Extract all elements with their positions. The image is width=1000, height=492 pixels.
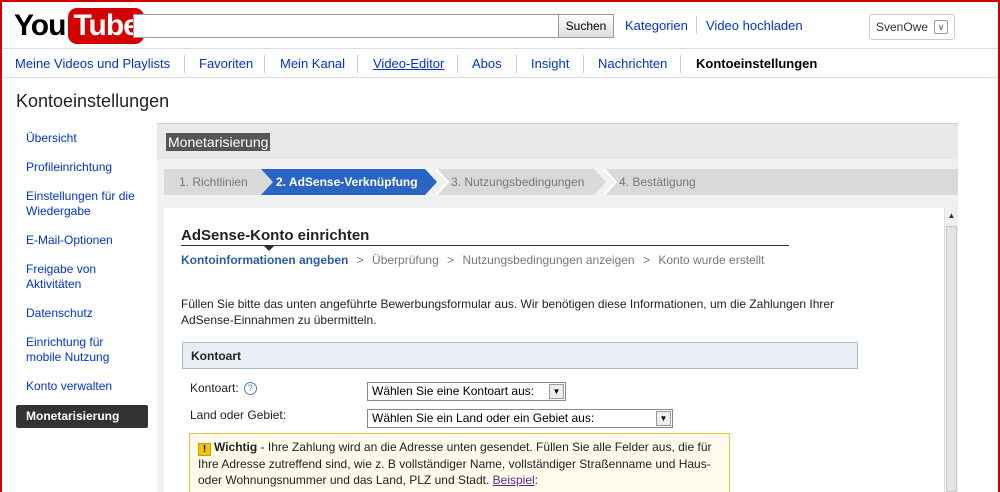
page-title: Kontoeinstellungen — [16, 91, 170, 111]
notice-text: - Ihre Zahlung wird an die Adresse unten… — [198, 440, 712, 487]
progress-steps: 1. Richtlinien 2. AdSense-Verknüpfung 3.… — [164, 169, 958, 195]
step-adsense-label: 2. AdSense-Verknüpfung — [276, 175, 418, 189]
nav-insight[interactable]: Insight — [531, 56, 569, 71]
adsense-setup-title: AdSense-Konto einrichten — [181, 227, 370, 244]
dropdown-arrow-icon: ▼ — [656, 411, 671, 426]
sidebar-item-profile[interactable]: Profileinrichtung — [16, 157, 148, 178]
nav-divider — [516, 55, 517, 73]
account-nav-bar: Meine Videos und Playlists Favoriten Mei… — [0, 48, 1000, 78]
step-adsense-link: 2. AdSense-Verknüpfung — [261, 169, 437, 195]
important-notice: ! Wichtig - Ihre Zahlung wird an die Adre… — [189, 433, 730, 492]
country-value: Wählen Sie ein Land oder ein Gebiet aus: — [372, 411, 595, 425]
nav-divider — [264, 55, 265, 73]
substep-terms: Nutzungsbedingungen anzeigen — [462, 253, 635, 267]
sidebar-item-manage-account[interactable]: Konto verwalten — [16, 376, 148, 397]
panel-header: Monetarisierung — [157, 123, 958, 159]
scrollbar[interactable]: ▲ — [944, 208, 958, 492]
account-type-label-row: Kontoart:? — [190, 381, 257, 396]
nav-divider — [457, 55, 458, 73]
sidebar-item-activity-sharing[interactable]: Freigabe von Aktivitäten — [16, 259, 148, 295]
step-confirmation: 4. Bestätigung — [604, 169, 958, 195]
example-link[interactable]: Beispiel — [493, 473, 535, 487]
substep-review: Überprüfung — [372, 253, 439, 267]
search-input[interactable] — [133, 14, 558, 38]
step-confirmation-label: 4. Bestätigung — [619, 175, 696, 189]
nav-divider — [583, 55, 584, 73]
country-label: Land oder Gebiet: — [190, 408, 287, 422]
warning-icon: ! — [198, 443, 211, 456]
chevron-down-icon: ∨ — [934, 20, 949, 34]
nav-video-editor[interactable]: Video-Editor — [373, 56, 444, 71]
settings-sidebar: Übersicht Profileinrichtung Einstellunge… — [16, 128, 148, 436]
substep-created: Konto wurde erstellt — [658, 253, 765, 267]
help-icon[interactable]: ? — [243, 382, 257, 396]
nav-divider — [357, 55, 358, 73]
search-button[interactable]: Suchen — [558, 14, 614, 38]
section-header-account-type: Kontoart — [182, 342, 858, 369]
country-select[interactable]: Wählen Sie ein Land oder ein Gebiet aus:… — [367, 409, 673, 428]
sidebar-item-mobile[interactable]: Einrichtung für mobile Nutzung — [16, 332, 148, 368]
nav-divider — [184, 55, 185, 73]
account-type-value: Wählen Sie eine Kontoart aus: — [372, 384, 535, 398]
substep-current: Kontoinformationen angeben — [181, 253, 349, 267]
intro-text: Füllen Sie bitte das unten angeführte Be… — [181, 297, 835, 327]
user-menu-button[interactable]: SvenOwe ∨ — [869, 14, 955, 40]
sidebar-item-privacy[interactable]: Datenschutz — [16, 303, 148, 324]
youtube-logo[interactable]: You Tube — [14, 6, 144, 46]
step-guidelines-label: 1. Richtlinien — [179, 175, 248, 189]
step-guidelines: 1. Richtlinien — [164, 169, 273, 195]
header-divider — [696, 16, 697, 34]
account-type-label: Kontoart: — [190, 381, 239, 395]
sidebar-item-playback[interactable]: Einstellungen für die Wiedergabe — [16, 186, 148, 222]
section-title: Kontoart — [191, 349, 241, 363]
substep-breadcrumb: Kontoinformationen angeben > Überprüfung… — [181, 253, 764, 267]
upload-video-link[interactable]: Video hochladen — [706, 18, 803, 33]
logo-you-text: You — [14, 9, 66, 42]
account-type-select[interactable]: Wählen Sie eine Kontoart aus: ▼ — [367, 382, 566, 401]
substep-separator: > — [447, 253, 455, 267]
notice-colon: : — [534, 473, 539, 487]
username: SvenOwe — [876, 20, 929, 34]
sidebar-item-email[interactable]: E-Mail-Optionen — [16, 230, 148, 251]
step-terms: 3. Nutzungsbedingungen — [436, 169, 606, 195]
sidebar-item-overview[interactable]: Übersicht — [16, 128, 148, 149]
nav-favorites[interactable]: Favoriten — [199, 56, 253, 71]
sidebar-item-monetization[interactable]: Monetarisierung — [16, 405, 148, 428]
scroll-up-icon[interactable]: ▲ — [945, 208, 958, 224]
dropdown-arrow-icon: ▼ — [549, 384, 564, 399]
nav-my-channel[interactable]: Mein Kanal — [280, 56, 345, 71]
nav-subscriptions[interactable]: Abos — [472, 56, 502, 71]
step-terms-label: 3. Nutzungsbedingungen — [451, 175, 585, 189]
nav-messages[interactable]: Nachrichten — [598, 56, 667, 71]
scroll-thumb[interactable] — [946, 226, 957, 492]
current-step-caret-icon — [264, 246, 274, 251]
substep-separator: > — [356, 253, 364, 267]
nav-my-videos[interactable]: Meine Videos und Playlists — [15, 56, 170, 71]
nav-account-settings[interactable]: Kontoeinstellungen — [696, 56, 817, 71]
panel-title: Monetarisierung — [166, 133, 271, 151]
nav-divider — [680, 55, 681, 73]
notice-title: Wichtig — [214, 440, 258, 454]
categories-link[interactable]: Kategorien — [625, 18, 688, 33]
substep-separator: > — [642, 253, 650, 267]
